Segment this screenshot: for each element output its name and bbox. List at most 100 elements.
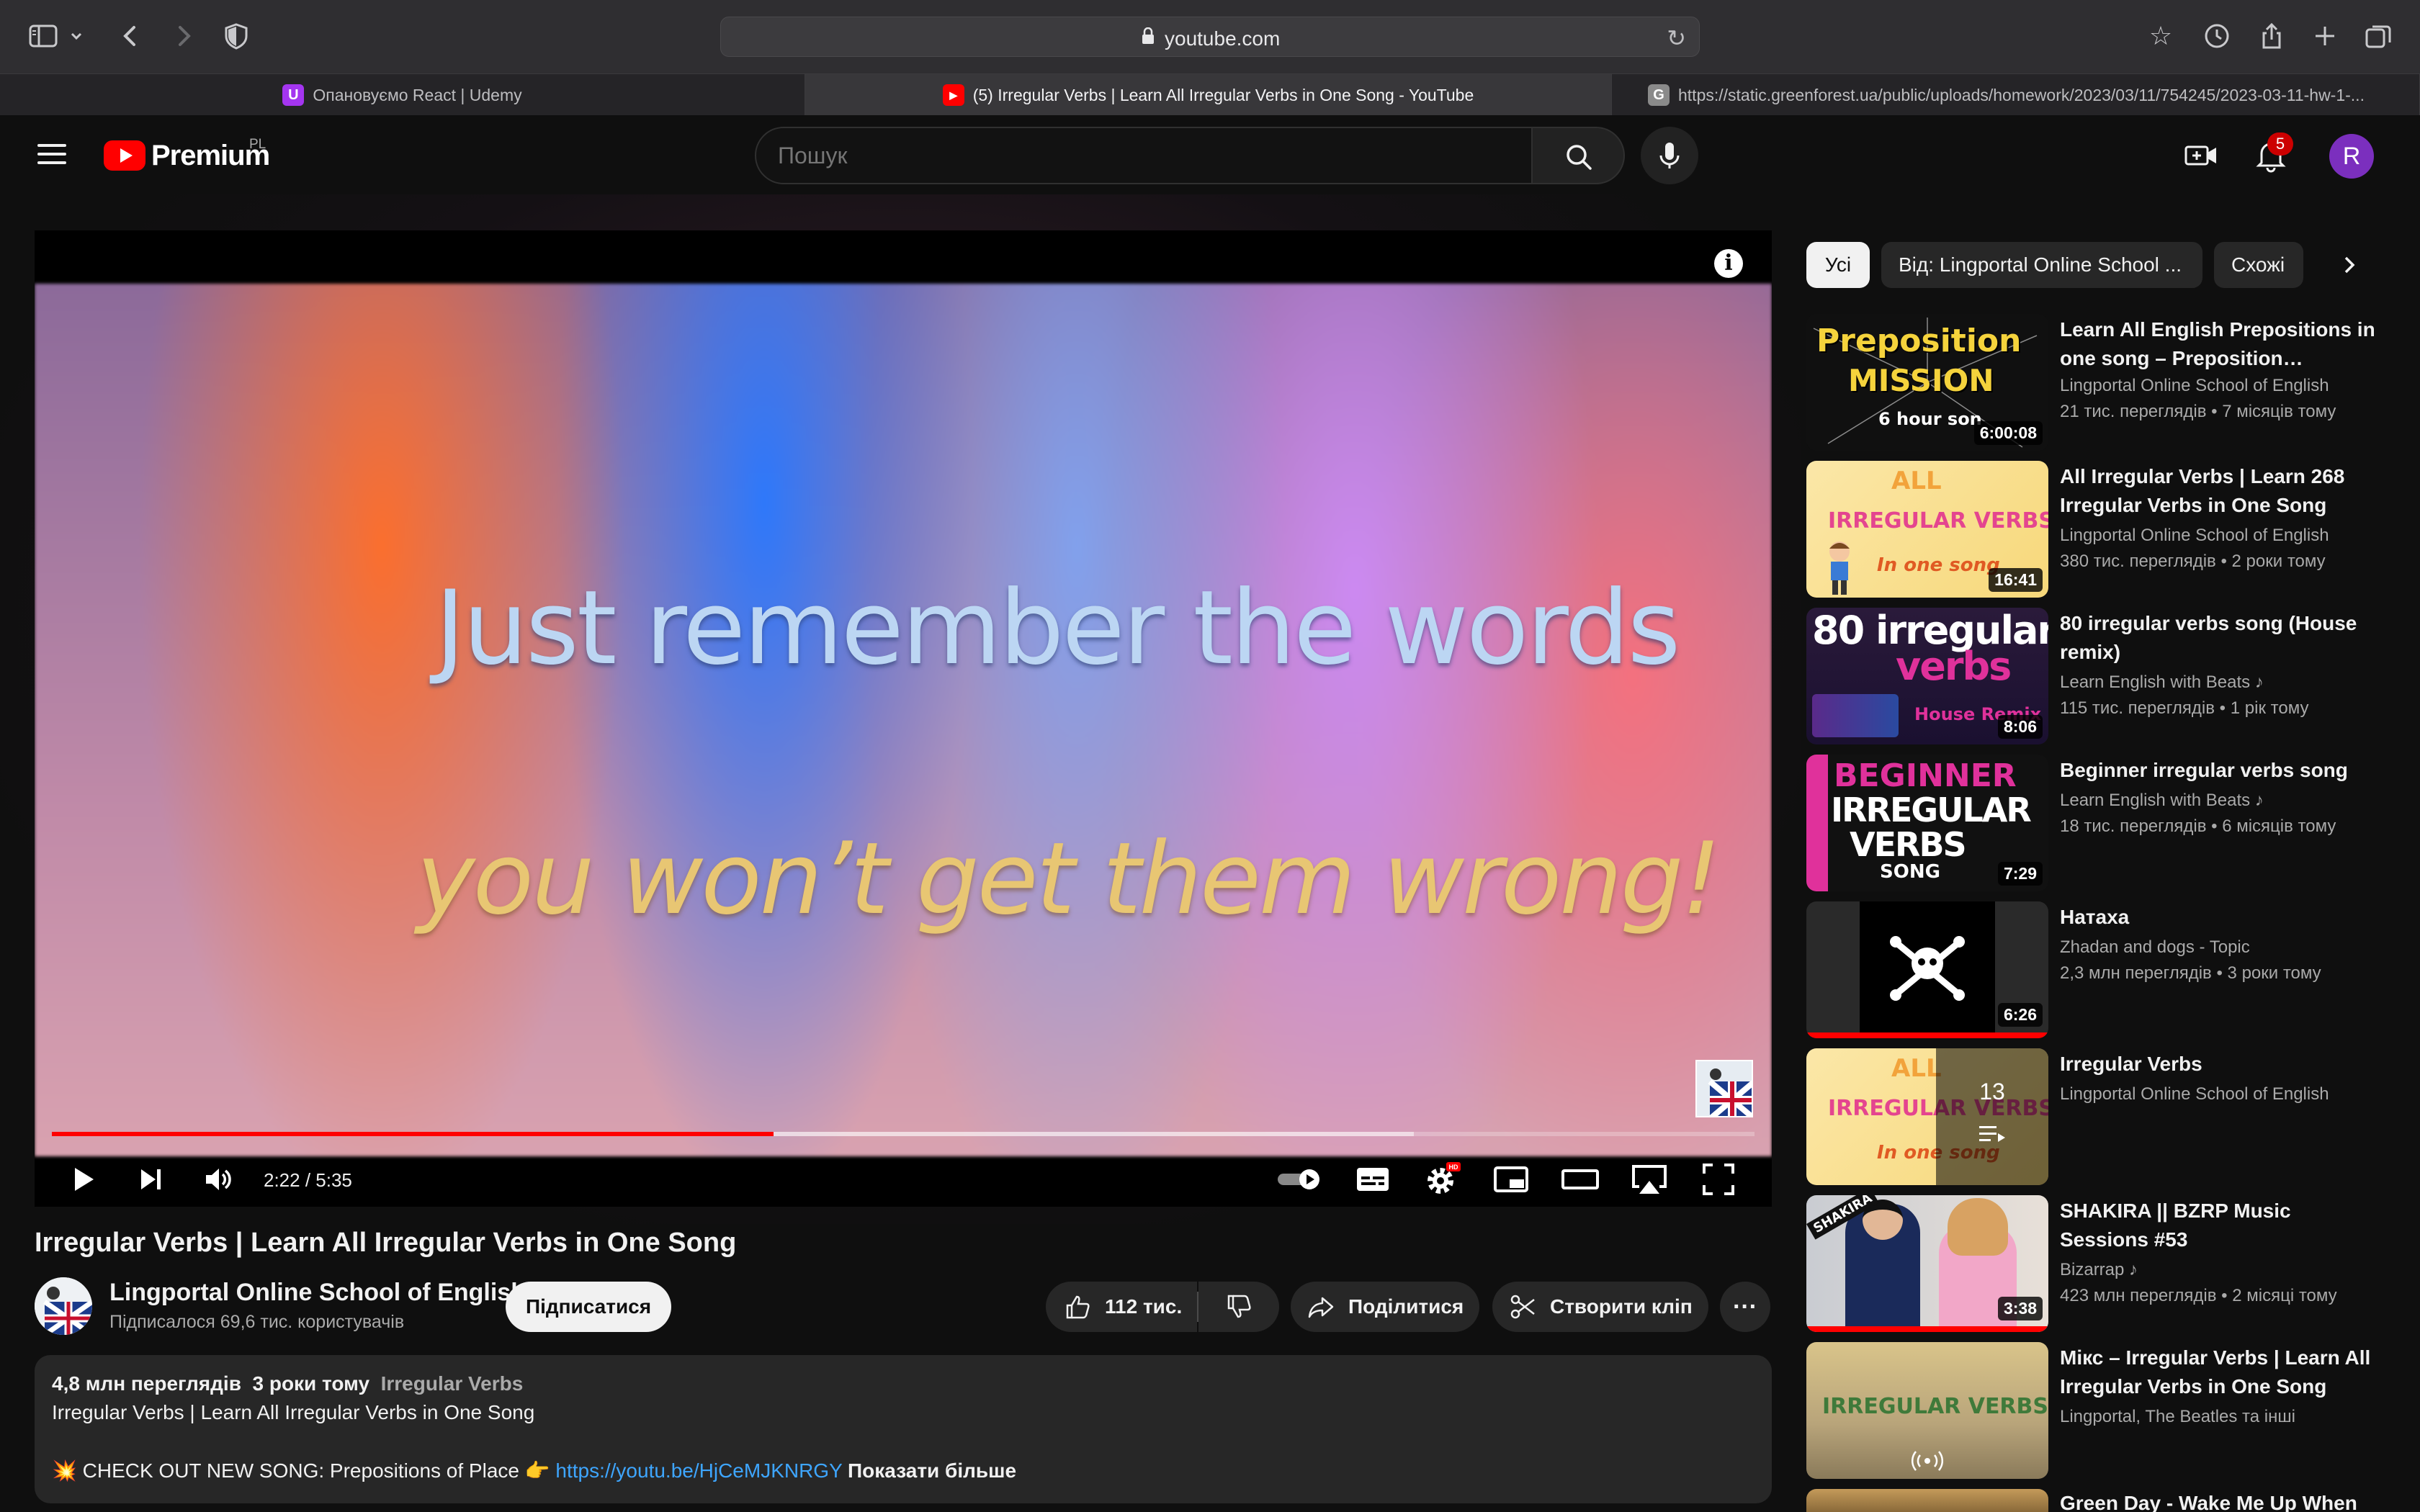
progress-bar[interactable] [52,1132,1754,1136]
video-thumbnail[interactable]: SHAKIRA 3:38 [1806,1195,2048,1332]
chip-from-channel[interactable]: Від: Lingportal Online School ... [1881,242,2202,288]
more-actions-button[interactable]: ··· [1720,1282,1770,1332]
menu-icon[interactable] [37,144,66,166]
video-thumbnail[interactable]: 80 irregular verbs House Remix 8:06 [1806,608,2048,744]
recommendation-title[interactable]: Натаха [2060,903,2377,932]
sidebar-icon[interactable] [27,20,59,52]
video-thumbnail[interactable]: 6:26 [1806,901,2048,1038]
recommendation-item[interactable]: ALL IRREGULAR VERBS In one song 16:41 Al… [1806,461,2397,598]
search-input[interactable] [778,143,1498,169]
recommendation-title[interactable]: Beginner irregular verbs song [2060,756,2377,785]
video-thumbnail[interactable]: BEGINNER IRREGULAR VERBS SONG 7:29 [1806,755,2048,891]
description-box[interactable]: 4,8 млн переглядів 3 роки тому Irregular… [35,1355,1772,1503]
tabs-overview-icon[interactable] [2362,20,2394,52]
subtitles-icon[interactable] [1353,1159,1393,1200]
tab-udemy[interactable]: U Опановуємо React | Udemy [0,74,805,116]
chip-all[interactable]: Усі [1806,242,1870,288]
recommendation-mix[interactable]: IRREGULAR VERBS Мікс – Irregular Verbs |… [1806,1342,2397,1479]
tab-greenforest[interactable]: G https://static.greenforest.ua/public/u… [1612,74,2420,116]
recommendation-item[interactable]: Preposition MISSION 6 hour son 6:00:08 L… [1806,314,2397,451]
voice-search-button[interactable] [1641,127,1698,184]
channel-name[interactable]: Lingportal Online School of English [109,1279,526,1307]
chip-related[interactable]: Схожі [2214,242,2303,288]
subscribe-button[interactable]: Підписатися [506,1282,671,1332]
player-controls: 2:22 / 5:35 HD [35,1149,1772,1207]
recommendation-channel[interactable]: Lingportal Online School of English [2060,1084,2329,1104]
playlist-thumbnail[interactable]: ALL IRREGULAR VERBS In one song 13 [1806,1048,2048,1185]
search-button[interactable] [1533,127,1625,184]
share-icon[interactable] [2256,20,2287,52]
theater-mode-icon[interactable] [1560,1159,1600,1200]
create-clip-button[interactable]: Створити кліп [1492,1282,1708,1332]
channel-watermark[interactable] [1695,1060,1753,1117]
play-icon[interactable] [63,1159,104,1200]
hashtag-link[interactable]: Irregular Verbs [381,1372,524,1395]
reload-icon[interactable]: ↻ [1667,24,1686,52]
description-link[interactable]: https://youtu.be/HjCeMJKNRGY [555,1459,842,1482]
channel-avatar[interactable] [35,1277,92,1335]
miniplayer-icon[interactable] [1491,1159,1531,1200]
dislike-button[interactable] [1198,1282,1279,1332]
account-avatar[interactable]: R [2329,134,2374,179]
thumbnail-text: In one song [1877,554,2000,576]
next-video-icon[interactable] [131,1159,171,1200]
shield-icon[interactable] [220,20,252,52]
video-frame[interactable] [35,284,1772,1156]
video-thumbnail[interactable]: ALL IRREGULAR VERBS In one song 16:41 [1806,461,2048,598]
autoplay-toggle[interactable] [1275,1159,1327,1200]
recommendation-title[interactable]: Green Day - Wake Me Up When [2060,1489,2377,1512]
show-more-button[interactable]: Показати більше [848,1459,1016,1482]
notification-count-badge: 5 [2267,132,2293,156]
volume-icon[interactable] [199,1159,239,1200]
recommendation-item[interactable]: BEGINNER IRREGULAR VERBS SONG 7:29 Begin… [1806,755,2397,891]
video-duration: 3:38 [1997,1297,2043,1320]
youtube-premium-logo[interactable]: Premium PL [104,137,270,174]
video-duration: 7:29 [1997,862,2043,886]
video-player[interactable]: Just remember the words you won’t get th… [35,230,1772,1207]
recommendation-channel[interactable]: Lingportal Online School of English [2060,526,2329,546]
recommendation-channel[interactable]: Bizarrap ♪ [2060,1260,2138,1280]
recommendation-title[interactable]: Мікс – Irregular Verbs | Learn All Irreg… [2060,1344,2377,1401]
recommendation-item[interactable]: SHAKIRA 3:38 SHAKIRA || BZRP Music Sessi… [1806,1195,2397,1332]
recommendation-title[interactable]: Learn All English Prepositions in one so… [2060,315,2377,373]
progress-played [52,1132,774,1136]
share-button[interactable]: Поділитися [1291,1282,1479,1332]
like-button[interactable]: 112 тис. [1046,1282,1197,1332]
recommendation-channel[interactable]: Learn English with Beats ♪ [2060,791,2264,811]
fullscreen-icon[interactable] [1698,1159,1739,1200]
recommendation-title[interactable]: SHAKIRA || BZRP Music Sessions #53 [2060,1197,2377,1254]
history-icon[interactable] [2201,20,2233,52]
video-thumbnail[interactable]: Preposition MISSION 6 hour son 6:00:08 [1806,314,2048,451]
recommendation-title[interactable]: Irregular Verbs [2060,1050,2377,1079]
forward-icon[interactable] [167,20,199,52]
recommendation-item[interactable]: 80 irregular verbs House Remix 8:06 80 i… [1806,608,2397,744]
dj-stage-image [1812,694,1899,737]
recommendation-channel[interactable]: Zhadan and dogs - Topic [2060,937,2250,958]
recommendation-item[interactable]: Green Day - Wake Me Up When [1806,1489,2397,1512]
share-arrow-icon [1308,1297,1334,1318]
tab-youtube[interactable]: ▶ (5) Irregular Verbs | Learn All Irregu… [805,74,1612,116]
thumbnail-text: MISSION [1848,363,1994,398]
address-bar[interactable]: youtube.com ↻ [720,17,1700,57]
recommendation-playlist[interactable]: ALL IRREGULAR VERBS In one song 13 Irreg… [1806,1048,2397,1185]
chevron-right-icon[interactable] [2334,249,2365,281]
recommendation-item[interactable]: 6:26 Натаха Zhadan and dogs - Topic 2,3 … [1806,901,2397,1038]
settings-gear-icon[interactable]: HD [1422,1159,1462,1200]
info-icon[interactable]: i [1714,249,1743,278]
video-thumbnail[interactable] [1806,1489,2048,1512]
recommendation-channel[interactable]: Learn English with Beats ♪ [2060,672,2264,693]
thumbnail-stripe [1806,755,1828,891]
airplay-icon[interactable] [1629,1159,1670,1200]
create-video-button[interactable] [2184,138,2218,173]
clip-label: Створити кліп [1550,1295,1693,1318]
new-tab-icon[interactable] [2309,20,2341,52]
chevron-down-icon[interactable] [66,20,86,52]
recommendation-channel[interactable]: Lingportal, The Beatles та інші [2060,1407,2295,1427]
recommendation-title[interactable]: 80 irregular verbs song (House remix) [2060,609,2377,667]
recommendation-title[interactable]: All Irregular Verbs | Learn 268 Irregula… [2060,462,2377,520]
star-icon[interactable]: ☆ [2145,20,2177,52]
back-icon[interactable] [115,20,147,52]
thumbnail-text: BEGINNER [1834,757,2017,794]
recommendation-channel[interactable]: Lingportal Online School of English [2060,376,2329,396]
mix-thumbnail[interactable]: IRREGULAR VERBS [1806,1342,2048,1479]
